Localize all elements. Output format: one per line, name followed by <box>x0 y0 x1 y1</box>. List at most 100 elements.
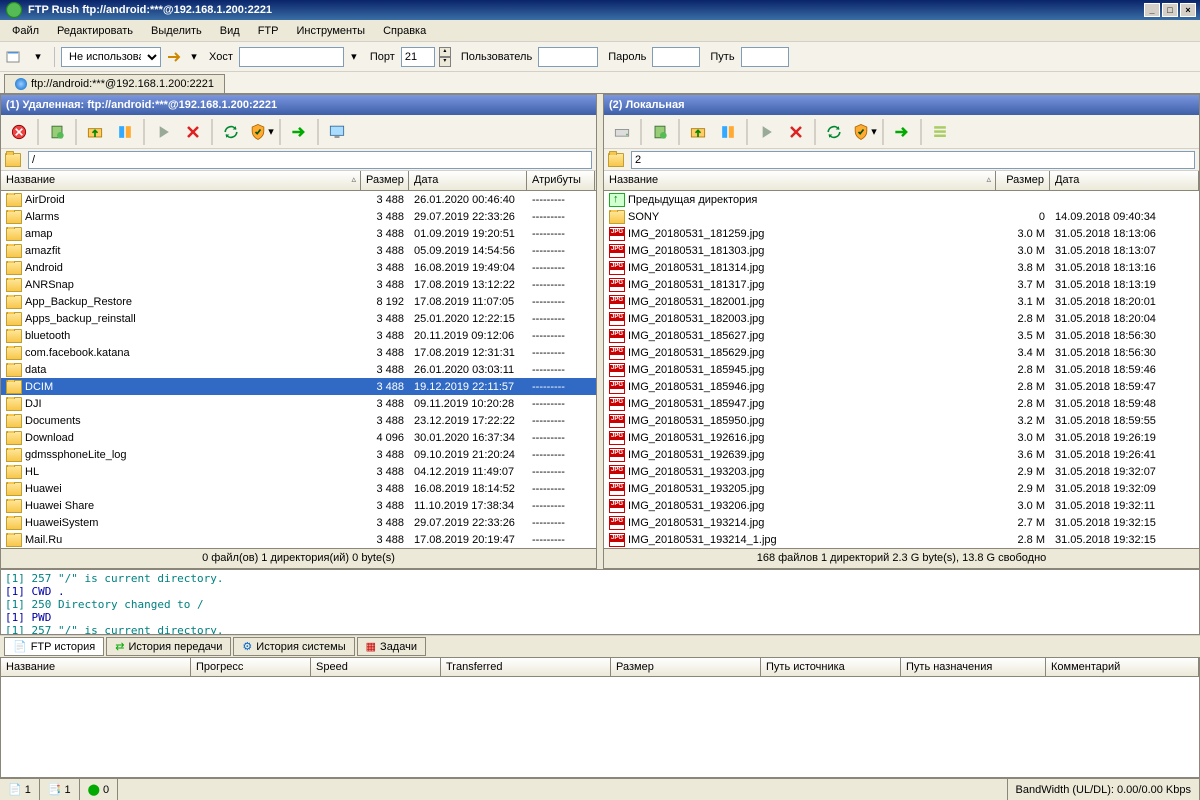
monitor-icon[interactable] <box>323 118 351 146</box>
th-size[interactable]: Размер <box>611 658 761 676</box>
th-transferred[interactable]: Transferred <box>441 658 611 676</box>
table-row[interactable]: com.facebook.katana3 48817.08.2019 12:31… <box>1 344 596 361</box>
table-row[interactable]: IMG_20180531_182003.jpg2.8 M31.05.2018 1… <box>604 310 1199 327</box>
th-dst[interactable]: Путь назначения <box>901 658 1046 676</box>
local-columns-icon[interactable] <box>714 118 742 146</box>
password-input[interactable] <box>652 47 700 67</box>
port-up-icon[interactable]: ▴ <box>439 47 451 57</box>
refresh-icon[interactable] <box>217 118 245 146</box>
play-icon[interactable] <box>149 118 177 146</box>
table-row[interactable]: Alarms3 48829.07.2019 22:33:26--------- <box>1 208 596 225</box>
table-row[interactable]: Huawei Share3 48811.10.2019 17:38:34----… <box>1 497 596 514</box>
table-row[interactable]: IMG_20180531_193214_1.jpg2.8 M31.05.2018… <box>604 531 1199 548</box>
menu-file[interactable]: Файл <box>4 23 47 39</box>
table-row[interactable]: IMG_20180531_181314.jpg3.8 M31.05.2018 1… <box>604 259 1199 276</box>
table-row[interactable]: IMG_20180531_181259.jpg3.0 M31.05.2018 1… <box>604 225 1199 242</box>
table-row[interactable]: ANRSnap3 48817.08.2019 13:12:22--------- <box>1 276 596 293</box>
table-row[interactable]: bluetooth3 48820.11.2019 09:12:06-------… <box>1 327 596 344</box>
tab-transfer-history[interactable]: ⇄История передачи <box>106 637 231 656</box>
columns-icon[interactable] <box>111 118 139 146</box>
bookmark-icon[interactable] <box>43 118 71 146</box>
table-row[interactable]: IMG_20180531_193203.jpg2.9 M31.05.2018 1… <box>604 463 1199 480</box>
local-refresh-icon[interactable] <box>820 118 848 146</box>
dropdown-icon[interactable]: ▾ <box>189 47 199 67</box>
session-tab-1[interactable]: ftp://android:***@192.168.1.200:2221 <box>4 74 225 93</box>
th-speed[interactable]: Speed <box>311 658 441 676</box>
table-row[interactable]: IMG_20180531_185950.jpg3.2 M31.05.2018 1… <box>604 412 1199 429</box>
table-row[interactable]: AirDroid3 48826.01.2020 00:46:40--------… <box>1 191 596 208</box>
menu-help[interactable]: Справка <box>375 23 434 39</box>
user-input[interactable] <box>538 47 598 67</box>
table-row[interactable]: HL3 48804.12.2019 11:49:07--------- <box>1 463 596 480</box>
maximize-button[interactable]: □ <box>1162 3 1178 17</box>
th-progress[interactable]: Прогресс <box>191 658 311 676</box>
th-src[interactable]: Путь источника <box>761 658 901 676</box>
menu-view[interactable]: Вид <box>212 23 248 39</box>
local-bookmark-icon[interactable] <box>646 118 674 146</box>
table-row[interactable]: IMG_20180531_192639.jpg3.6 M31.05.2018 1… <box>604 446 1199 463</box>
port-down-icon[interactable]: ▾ <box>439 57 451 67</box>
table-row[interactable]: gdmssphoneLite_log3 48809.10.2019 21:20:… <box>1 446 596 463</box>
tab-ftp-history[interactable]: 📄FTP история <box>4 637 104 656</box>
col-size[interactable]: Размер <box>361 171 409 190</box>
close-button[interactable]: × <box>1180 3 1196 17</box>
tab-system-history[interactable]: ⚙История системы <box>233 637 354 656</box>
table-row[interactable]: Documents3 48823.12.2019 17:22:22-------… <box>1 412 596 429</box>
table-row[interactable]: SONY014.09.2018 09:40:34 <box>604 208 1199 225</box>
drive-icon[interactable] <box>608 118 636 146</box>
col-name[interactable]: Название▵ <box>1 171 361 190</box>
table-row[interactable]: Huawei3 48816.08.2019 18:14:52--------- <box>1 480 596 497</box>
menu-edit[interactable]: Редактировать <box>49 23 141 39</box>
delete-icon[interactable] <box>179 118 207 146</box>
col-name[interactable]: Название▵ <box>604 171 996 190</box>
quick-connect-dropdown-icon[interactable]: ▾ <box>28 47 48 67</box>
table-row[interactable]: Apps_backup_reinstall3 48825.01.2020 12:… <box>1 310 596 327</box>
transfer-left-icon[interactable] <box>888 118 916 146</box>
menu-select[interactable]: Выделить <box>143 23 210 39</box>
local-play-icon[interactable] <box>752 118 780 146</box>
local-shield-icon[interactable]: ▾ <box>850 118 878 146</box>
th-name[interactable]: Название <box>1 658 191 676</box>
th-comment[interactable]: Комментарий <box>1046 658 1199 676</box>
col-date[interactable]: Дата <box>1050 171 1199 190</box>
host-input[interactable] <box>239 47 344 67</box>
col-size[interactable]: Размер <box>996 171 1050 190</box>
table-row[interactable]: IMG_20180531_193206.jpg3.0 M31.05.2018 1… <box>604 497 1199 514</box>
table-row[interactable]: Mail.Ru3 48817.08.2019 20:19:47--------- <box>1 531 596 548</box>
tab-tasks[interactable]: ▦Задачи <box>357 637 426 656</box>
table-row[interactable]: IMG_20180531_185629.jpg3.4 M31.05.2018 1… <box>604 344 1199 361</box>
shield-icon[interactable]: ▾ <box>247 118 275 146</box>
ftp-log[interactable]: [1] 257 "/" is current directory.[1] CWD… <box>0 569 1200 635</box>
table-row[interactable]: Android3 48816.08.2019 19:49:04--------- <box>1 259 596 276</box>
table-row[interactable]: data3 48826.01.2020 03:03:11--------- <box>1 361 596 378</box>
local-delete-icon[interactable] <box>782 118 810 146</box>
table-row[interactable]: HuaweiSystem3 48829.07.2019 22:33:26----… <box>1 514 596 531</box>
table-row[interactable]: IMG_20180531_193214.jpg2.7 M31.05.2018 1… <box>604 514 1199 531</box>
table-row[interactable]: IMG_20180531_185947.jpg2.8 M31.05.2018 1… <box>604 395 1199 412</box>
remote-path-input[interactable] <box>28 151 592 169</box>
col-attr[interactable]: Атрибуты <box>527 171 595 190</box>
port-input[interactable] <box>401 47 435 67</box>
local-file-list[interactable]: Предыдущая директорияSONY014.09.2018 09:… <box>604 191 1199 548</box>
local-up-folder-icon[interactable] <box>684 118 712 146</box>
transfer-right-icon[interactable] <box>285 118 313 146</box>
col-date[interactable]: Дата <box>409 171 527 190</box>
table-row[interactable]: IMG_20180531_193205.jpg2.9 M31.05.2018 1… <box>604 480 1199 497</box>
up-folder-icon[interactable] <box>81 118 109 146</box>
profile-select[interactable]: Не использовать <box>61 47 161 67</box>
table-row[interactable]: IMG_20180531_192616.jpg3.0 M31.05.2018 1… <box>604 429 1199 446</box>
parent-dir-row[interactable]: Предыдущая директория <box>604 191 1199 208</box>
connect-arrow-icon[interactable] <box>165 47 185 67</box>
table-row[interactable]: IMG_20180531_185627.jpg3.5 M31.05.2018 1… <box>604 327 1199 344</box>
menu-tools[interactable]: Инструменты <box>288 23 373 39</box>
local-list-icon[interactable] <box>926 118 954 146</box>
table-row[interactable]: DJI3 48809.11.2019 10:20:28--------- <box>1 395 596 412</box>
table-row[interactable]: DCIM3 48819.12.2019 22:11:57--------- <box>1 378 596 395</box>
table-row[interactable]: IMG_20180531_181303.jpg3.0 M31.05.2018 1… <box>604 242 1199 259</box>
table-row[interactable]: amazfit3 48805.09.2019 14:54:56--------- <box>1 242 596 259</box>
table-row[interactable]: App_Backup_Restore8 19217.08.2019 11:07:… <box>1 293 596 310</box>
remote-file-list[interactable]: AirDroid3 48826.01.2020 00:46:40--------… <box>1 191 596 548</box>
host-dropdown-icon[interactable]: ▾ <box>348 47 360 67</box>
transfer-queue[interactable] <box>0 677 1200 778</box>
minimize-button[interactable]: _ <box>1144 3 1160 17</box>
